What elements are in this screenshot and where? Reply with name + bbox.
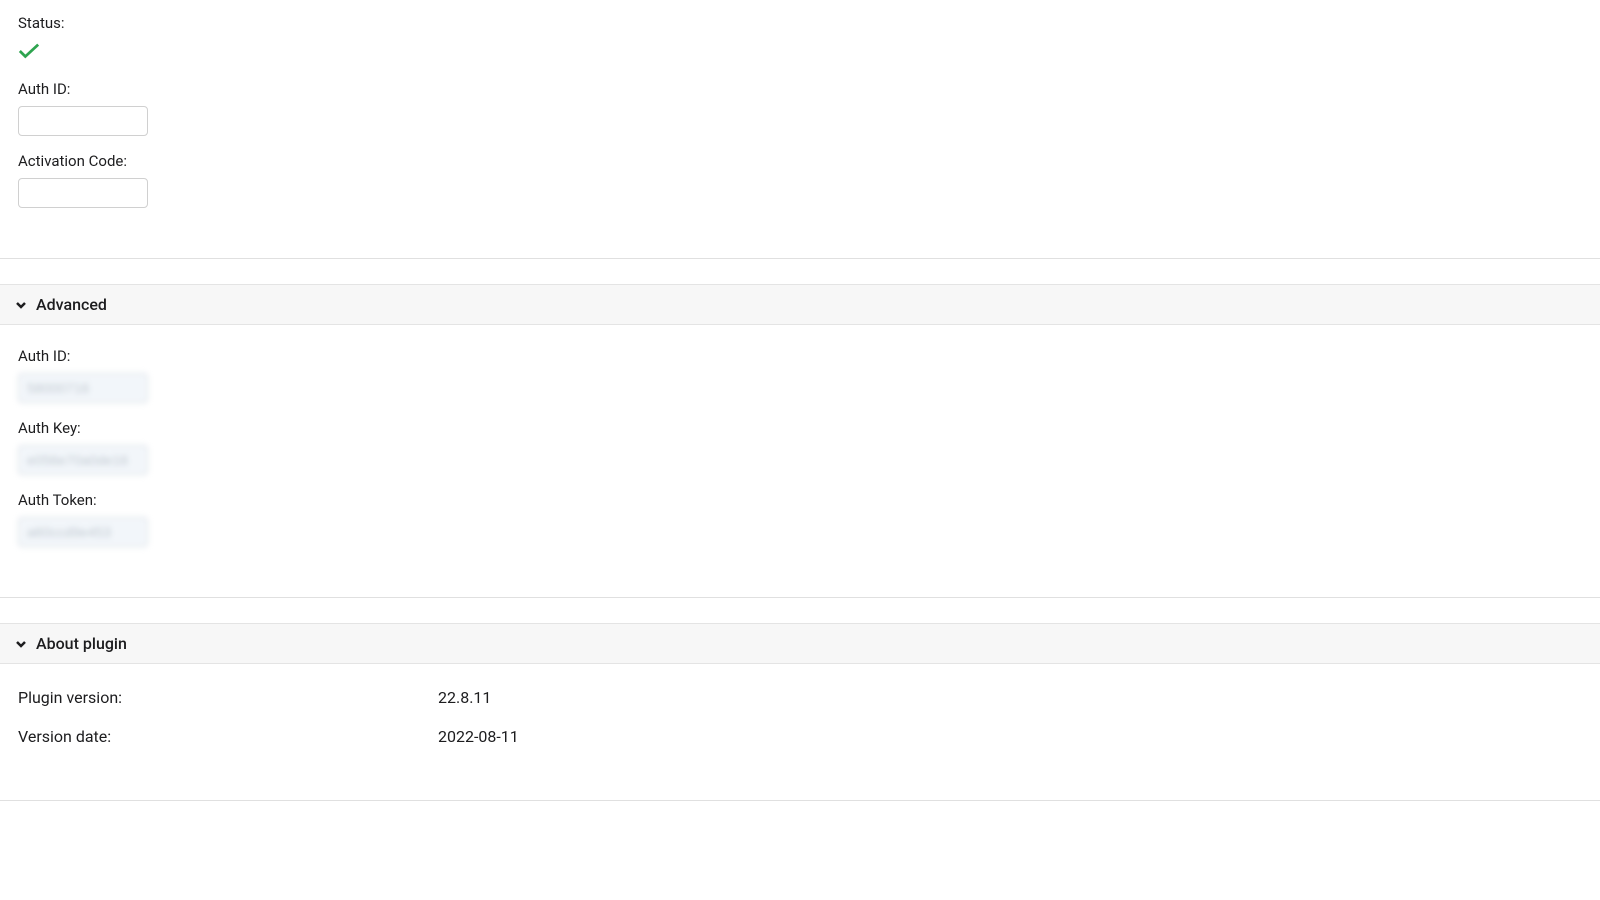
advanced-auth-token-input xyxy=(18,517,148,547)
main-section: Status: Auth ID: Activation Code: xyxy=(0,0,1600,238)
version-date-value: 2022-08-11 xyxy=(438,727,519,746)
chevron-down-icon xyxy=(14,298,28,312)
advanced-auth-id-group: Auth ID: xyxy=(18,347,1582,403)
advanced-auth-key-label: Auth Key: xyxy=(18,419,1582,437)
plugin-version-value: 22.8.11 xyxy=(438,688,491,707)
advanced-auth-token-group: Auth Token: xyxy=(18,491,1582,547)
advanced-auth-key-input xyxy=(18,445,148,475)
chevron-down-icon xyxy=(14,637,28,651)
auth-id-label: Auth ID: xyxy=(18,80,1582,98)
about-section-header[interactable]: About plugin xyxy=(0,623,1600,664)
check-icon xyxy=(18,42,40,64)
auth-id-input[interactable] xyxy=(18,106,148,136)
divider xyxy=(0,800,1600,801)
advanced-auth-key-group: Auth Key: xyxy=(18,419,1582,475)
about-section-body: Plugin version: 22.8.11 Version date: 20… xyxy=(0,664,1600,780)
plugin-version-label: Plugin version: xyxy=(18,688,438,707)
version-date-label: Version date: xyxy=(18,727,438,746)
advanced-auth-id-input xyxy=(18,373,148,403)
advanced-section-header[interactable]: Advanced xyxy=(0,284,1600,325)
about-section-title: About plugin xyxy=(36,634,127,653)
activation-code-field-group: Activation Code: xyxy=(18,152,1582,208)
activation-code-input[interactable] xyxy=(18,178,148,208)
advanced-section-body: Auth ID: Auth Key: Auth Token: xyxy=(0,325,1600,577)
advanced-auth-id-label: Auth ID: xyxy=(18,347,1582,365)
plugin-version-row: Plugin version: 22.8.11 xyxy=(18,678,1582,717)
advanced-auth-token-label: Auth Token: xyxy=(18,491,1582,509)
auth-id-field-group: Auth ID: xyxy=(18,80,1582,136)
advanced-section-title: Advanced xyxy=(36,295,107,314)
status-label: Status: xyxy=(18,14,1582,32)
version-date-row: Version date: 2022-08-11 xyxy=(18,717,1582,756)
activation-code-label: Activation Code: xyxy=(18,152,1582,170)
spacer xyxy=(0,259,1600,284)
status-field-group: Status: xyxy=(18,14,1582,64)
spacer xyxy=(0,598,1600,623)
